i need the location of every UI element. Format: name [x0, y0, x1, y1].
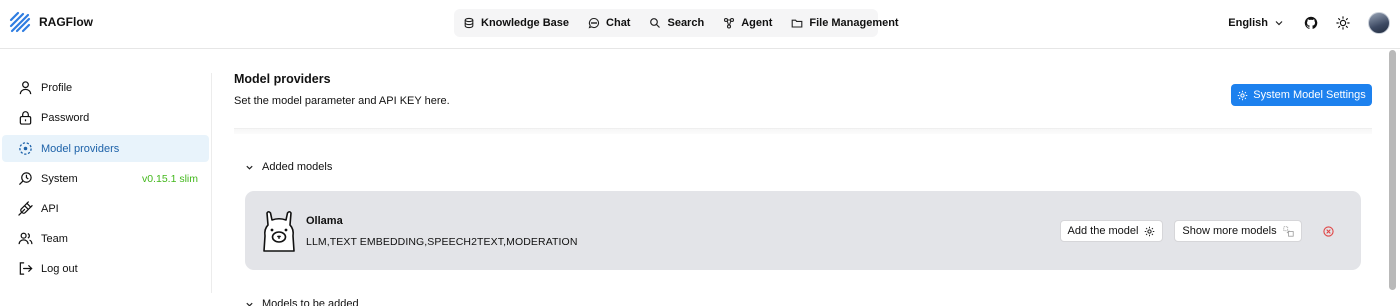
top-header: RAGFlow Knowledge Base Chat Search Agent — [0, 0, 1400, 49]
nav-agent[interactable]: Agent — [723, 17, 772, 29]
models-to-be-added-toggle[interactable]: Models to be added — [245, 298, 359, 306]
lock-icon — [19, 111, 32, 125]
nav-label: Chat — [606, 17, 631, 29]
sidebar-item-label: API — [41, 202, 59, 215]
nav-chat[interactable]: Chat — [588, 17, 630, 29]
nav-label: Search — [667, 17, 705, 29]
sidebar-item-profile[interactable]: Profile — [2, 74, 209, 101]
team-icon — [18, 232, 33, 245]
page-scrollbar[interactable] — [1389, 50, 1396, 290]
language-select[interactable]: English — [1228, 17, 1284, 29]
sidebar-item-logout[interactable]: Log out — [2, 255, 209, 282]
nav-file-management[interactable]: File Management — [791, 17, 899, 29]
settings-sidebar: Profile Password Model providers System … — [0, 73, 212, 293]
system-model-settings-label: System Model Settings — [1253, 89, 1366, 101]
folder-icon — [792, 19, 803, 28]
sidebar-item-password[interactable]: Password — [2, 104, 209, 131]
model-providers-icon — [19, 142, 32, 155]
nav-search[interactable]: Search — [649, 17, 704, 29]
logout-icon — [19, 262, 33, 275]
nav-label: Knowledge Base — [481, 17, 570, 29]
sidebar-item-label: Log out — [41, 262, 78, 275]
chevron-down-icon — [246, 302, 253, 306]
ragflow-logo-icon — [9, 11, 31, 33]
search-icon — [650, 18, 661, 28]
added-models-label: Added models — [262, 161, 333, 173]
added-models-toggle[interactable]: Added models — [245, 161, 332, 173]
nav-knowledge-base[interactable]: Knowledge Base — [463, 17, 569, 29]
theme-sun-icon[interactable] — [1336, 16, 1350, 30]
remove-provider-icon[interactable] — [1323, 226, 1334, 237]
user-icon — [19, 81, 32, 95]
nav-label: Agent — [741, 17, 773, 29]
header-actions: English — [1228, 12, 1390, 34]
add-model-label: Add the model — [1067, 225, 1139, 237]
version-badge: v0.15.1 slim — [141, 172, 198, 185]
chat-icon — [588, 17, 600, 29]
expand-list-icon — [1282, 225, 1294, 237]
sidebar-item-team[interactable]: Team — [2, 225, 209, 252]
chevron-down-icon — [1275, 21, 1283, 26]
api-plug-icon — [18, 201, 33, 216]
ollama-logo-icon — [263, 210, 295, 252]
system-icon — [18, 172, 32, 186]
gear-icon — [1145, 226, 1155, 236]
sidebar-item-api[interactable]: API — [2, 195, 209, 222]
page-title: Model providers — [234, 72, 331, 86]
provider-card-ollama: Ollama LLM,TEXT EMBEDDING,SPEECH2TEXT,MO… — [245, 191, 1361, 270]
show-more-models-label: Show more models — [1182, 225, 1277, 237]
system-model-settings-button[interactable]: System Model Settings — [1231, 84, 1372, 106]
show-more-models-button[interactable]: Show more models — [1174, 220, 1302, 242]
database-icon — [464, 17, 474, 29]
sidebar-item-label: Model providers — [41, 142, 120, 155]
sidebar-item-label: Team — [41, 232, 68, 245]
add-model-button[interactable]: Add the model — [1060, 220, 1163, 242]
sidebar-item-label: Password — [41, 111, 90, 124]
section-divider — [234, 128, 1372, 134]
sidebar-item-system[interactable]: System v0.15.1 slim — [2, 165, 209, 192]
sidebar-item-label: System — [41, 172, 78, 185]
provider-name: Ollama — [306, 215, 343, 227]
sidebar-item-model-providers[interactable]: Model providers — [2, 135, 209, 162]
nav-label: File Management — [809, 17, 899, 29]
sidebar-item-label: Profile — [41, 81, 73, 94]
provider-tags: LLM,TEXT EMBEDDING,SPEECH2TEXT,MODERATIO… — [306, 236, 578, 248]
main-nav: Knowledge Base Chat Search Agent File Ma… — [454, 9, 899, 37]
app-title: RAGFlow — [39, 15, 93, 29]
language-label: English — [1228, 17, 1268, 29]
gear-icon — [1237, 90, 1248, 100]
agent-icon — [724, 17, 735, 29]
models-to-be-added-label: Models to be added — [262, 298, 359, 306]
chevron-down-icon — [246, 165, 253, 170]
user-avatar[interactable] — [1368, 12, 1390, 34]
github-icon[interactable] — [1304, 16, 1318, 30]
page-subtitle: Set the model parameter and API KEY here… — [234, 95, 450, 107]
app-logo[interactable]: RAGFlow — [8, 10, 93, 34]
